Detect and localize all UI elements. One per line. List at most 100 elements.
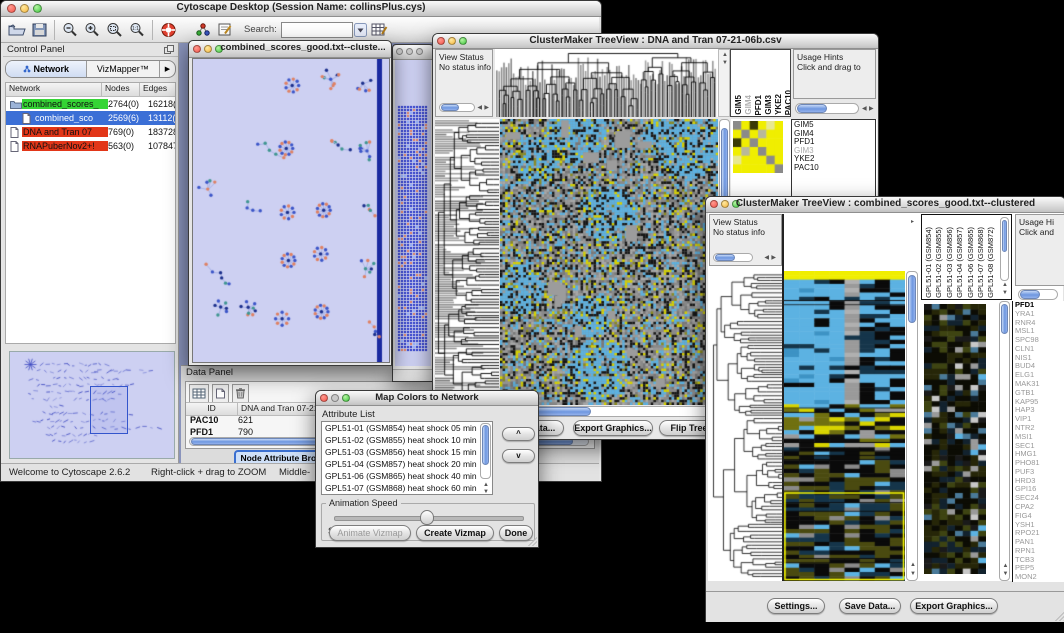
- animation-speed-label: Animation Speed: [326, 498, 401, 508]
- save-session-button[interactable]: [29, 19, 50, 41]
- scroll-down-icon[interactable]: ▼: [910, 571, 916, 577]
- tv2-sub-heatmap[interactable]: [924, 304, 986, 574]
- attribute-browser-button[interactable]: [368, 19, 391, 41]
- network-canvas[interactable]: [192, 58, 390, 363]
- network-row[interactable]: RNAPuberNov2+!563(0)107847(0): [6, 139, 175, 153]
- attribute-item[interactable]: GPL51-02 (GSM855) heat shock 10 min: [322, 434, 492, 446]
- tv2-left-dendrogram[interactable]: [710, 271, 782, 581]
- tab-vizmapper[interactable]: VizMapper™: [87, 61, 159, 77]
- minimize-icon[interactable]: [204, 45, 212, 53]
- network-view-button[interactable]: [192, 19, 214, 41]
- tv2-save-data-button[interactable]: Save Data...: [839, 598, 901, 614]
- speed-slider-thumb[interactable]: [420, 510, 434, 525]
- scroll-down-icon[interactable]: ▼: [483, 489, 489, 495]
- close-icon[interactable]: [396, 48, 403, 55]
- birdseye-view[interactable]: [9, 351, 175, 459]
- done-button[interactable]: Done: [499, 525, 533, 541]
- tv2-gene-list: PFD1YRA1RNR4MSL1SPC98CLN1NIS1BUD4ELG1MAK…: [1012, 301, 1064, 582]
- tv2-gene-scrollbar[interactable]: ▲ ▼: [999, 301, 1010, 581]
- column-header-edges[interactable]: Edges: [140, 83, 175, 96]
- scroll-up-icon[interactable]: ▲: [483, 482, 489, 488]
- scroll-down-icon[interactable]: ▼: [722, 60, 728, 66]
- attribute-scrollbar[interactable]: [480, 423, 491, 479]
- move-down-button[interactable]: v: [502, 449, 535, 463]
- birdseye-viewport-rect[interactable]: [90, 386, 128, 434]
- scroll-left-icon[interactable]: ◀: [477, 105, 482, 111]
- scroll-up-icon[interactable]: ▲: [1002, 282, 1008, 288]
- dialog-titlebar[interactable]: Map Colors to Network: [316, 391, 538, 406]
- tv1-mini-heatmap[interactable]: [733, 121, 783, 173]
- tv1-top-dendrogram[interactable]: [495, 49, 718, 117]
- tab-network[interactable]: Network: [6, 61, 87, 77]
- zoom-selected-button[interactable]: [103, 19, 126, 41]
- tv1-view-status-text: No status info f: [439, 62, 489, 72]
- annotation-button[interactable]: [214, 19, 236, 41]
- treeview2-titlebar[interactable]: ClusterMaker TreeView : combined_scores_…: [706, 197, 1064, 213]
- close-icon[interactable]: [193, 45, 201, 53]
- search-dropdown-button[interactable]: [353, 19, 368, 41]
- animate-vizmap-button[interactable]: Animate Vizmap: [329, 525, 411, 541]
- create-vizmap-button[interactable]: Create Vizmap: [416, 525, 494, 541]
- scroll-right-icon[interactable]: ▶: [869, 106, 874, 112]
- column-header-network[interactable]: Network: [6, 83, 102, 96]
- tv1-hints-scrollbar[interactable]: [795, 103, 859, 114]
- data-column-id[interactable]: ID: [186, 403, 238, 415]
- scroll-up-icon[interactable]: ▲: [1003, 563, 1009, 569]
- tv2-gene-label[interactable]: MON2: [1013, 573, 1064, 582]
- tv2-status-scrollbar[interactable]: [713, 253, 753, 262]
- tv1-status-scrollbar[interactable]: [439, 103, 475, 112]
- desktop: { "colors": { "selection_blue": "#3b6fd6…: [0, 0, 1064, 633]
- scroll-down-icon[interactable]: ▼: [1002, 290, 1008, 296]
- tv2-view-status-panel: View Status No status info ◀ ▶: [709, 214, 782, 266]
- search-input[interactable]: [281, 22, 353, 38]
- help-button[interactable]: [157, 19, 180, 41]
- resize-grip[interactable]: [1053, 610, 1064, 621]
- float-panel-icon[interactable]: [164, 41, 174, 59]
- move-up-button[interactable]: ^: [502, 427, 535, 441]
- network-row[interactable]: combined_scores_2764(0)16218(0): [6, 97, 175, 111]
- scroll-down-icon[interactable]: ▼: [1003, 571, 1009, 577]
- scroll-up-icon[interactable]: ▲: [910, 562, 916, 568]
- network-row[interactable]: combined_sco2569(6)13112(15): [6, 111, 175, 125]
- open-session-button[interactable]: [5, 19, 29, 41]
- network2-titlebar[interactable]: [393, 45, 433, 60]
- edges-count: 107847(0): [148, 141, 175, 151]
- scroll-right-icon[interactable]: ▶: [771, 255, 776, 261]
- attribute-item[interactable]: GPL51-07 (GSM868) heat shock 60 min: [322, 482, 492, 494]
- scroll-left-icon[interactable]: ◀: [862, 106, 867, 112]
- attribute-item[interactable]: GPL51-06 (GSM865) heat shock 40 min: [322, 470, 492, 482]
- folder-icon: [10, 99, 22, 109]
- tv2-settings-button[interactable]: Settings...: [767, 598, 825, 614]
- tv1-splitter-strip[interactable]: ▲ ▼: [718, 49, 730, 117]
- tv1-export-graphics-button[interactable]: Export Graphics...: [573, 420, 653, 436]
- attribute-item[interactable]: GPL51-03 (GSM856) heat shock 15 min: [322, 446, 492, 458]
- treeview1-titlebar[interactable]: ClusterMaker TreeView : DNA and Tran 07-…: [433, 34, 878, 49]
- tv1-left-dendrogram[interactable]: [435, 119, 499, 405]
- main-titlebar[interactable]: Cytoscape Desktop (Session Name: collins…: [1, 1, 601, 17]
- minimize-icon[interactable]: [406, 48, 413, 55]
- tv2-vscrollbar[interactable]: ▲ ▼: [906, 271, 918, 581]
- zoom-in-button[interactable]: [81, 19, 103, 41]
- tv1-heatmap[interactable]: [500, 119, 718, 405]
- network1-titlebar[interactable]: combined_scores_good.txt--cluste...: [189, 41, 391, 58]
- zoom-window-icon[interactable]: [416, 48, 423, 55]
- tv1-gene-label[interactable]: PAC10: [792, 164, 875, 173]
- scroll-left-icon[interactable]: ◀: [764, 255, 769, 261]
- tv2-main-heatmap[interactable]: [784, 271, 905, 581]
- tv2-export-graphics-button[interactable]: Export Graphics...: [910, 598, 998, 614]
- tv2-hints-scrollbar[interactable]: [1018, 289, 1058, 300]
- column-header-nodes[interactable]: Nodes: [102, 83, 140, 96]
- attribute-item[interactable]: GPL51-01 (GSM854) heat shock 05 min: [322, 422, 492, 434]
- toolbar-separator: [152, 20, 153, 40]
- network2-canvas[interactable]: [395, 60, 431, 366]
- zoom-out-button[interactable]: [59, 19, 81, 41]
- scroll-right-icon[interactable]: ▸: [911, 219, 914, 225]
- scroll-right-icon[interactable]: ▶: [484, 105, 489, 111]
- scroll-up-icon[interactable]: ▲: [722, 52, 728, 58]
- tab-overflow-button[interactable]: ▶: [159, 61, 175, 77]
- zoom-fit-button[interactable]: 1:1: [126, 19, 148, 41]
- network-row[interactable]: DNA and Tran 07769(0)183728(0): [6, 125, 175, 139]
- network1-title: combined_scores_good.txt--cluste...: [217, 42, 389, 53]
- tv2-collabel-scrollbar[interactable]: [1000, 217, 1009, 281]
- attribute-item[interactable]: GPL51-04 (GSM857) heat shock 20 min: [322, 458, 492, 470]
